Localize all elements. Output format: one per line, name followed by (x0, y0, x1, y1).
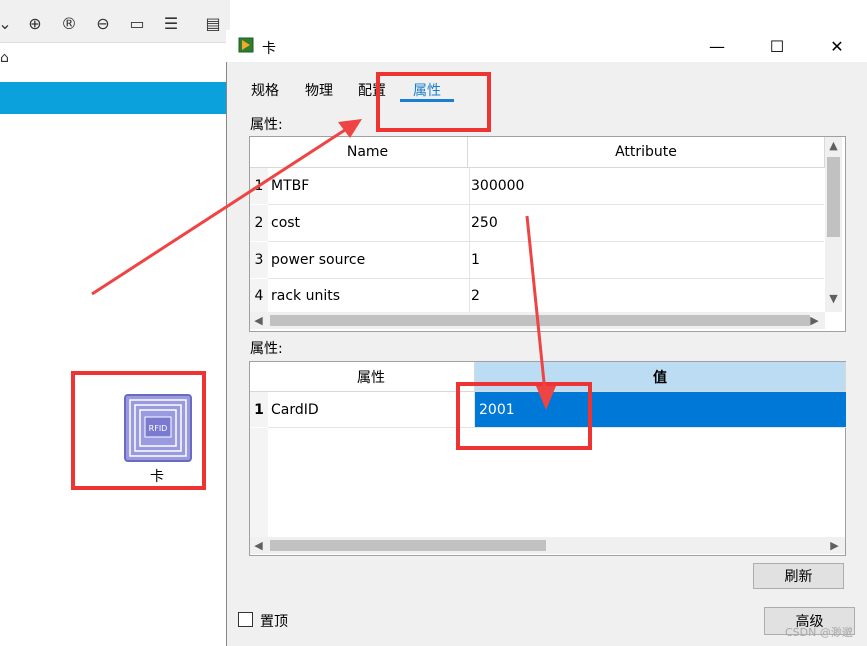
arrow-head-to-tab (338, 119, 362, 138)
annotation-arrows (91, 119, 556, 410)
watermark: CSDN @渺邈 (785, 626, 853, 639)
arrow-head-to-value (536, 386, 556, 410)
arrow-line-to-tab (91, 126, 349, 296)
arrow-line-to-value (525, 215, 547, 393)
